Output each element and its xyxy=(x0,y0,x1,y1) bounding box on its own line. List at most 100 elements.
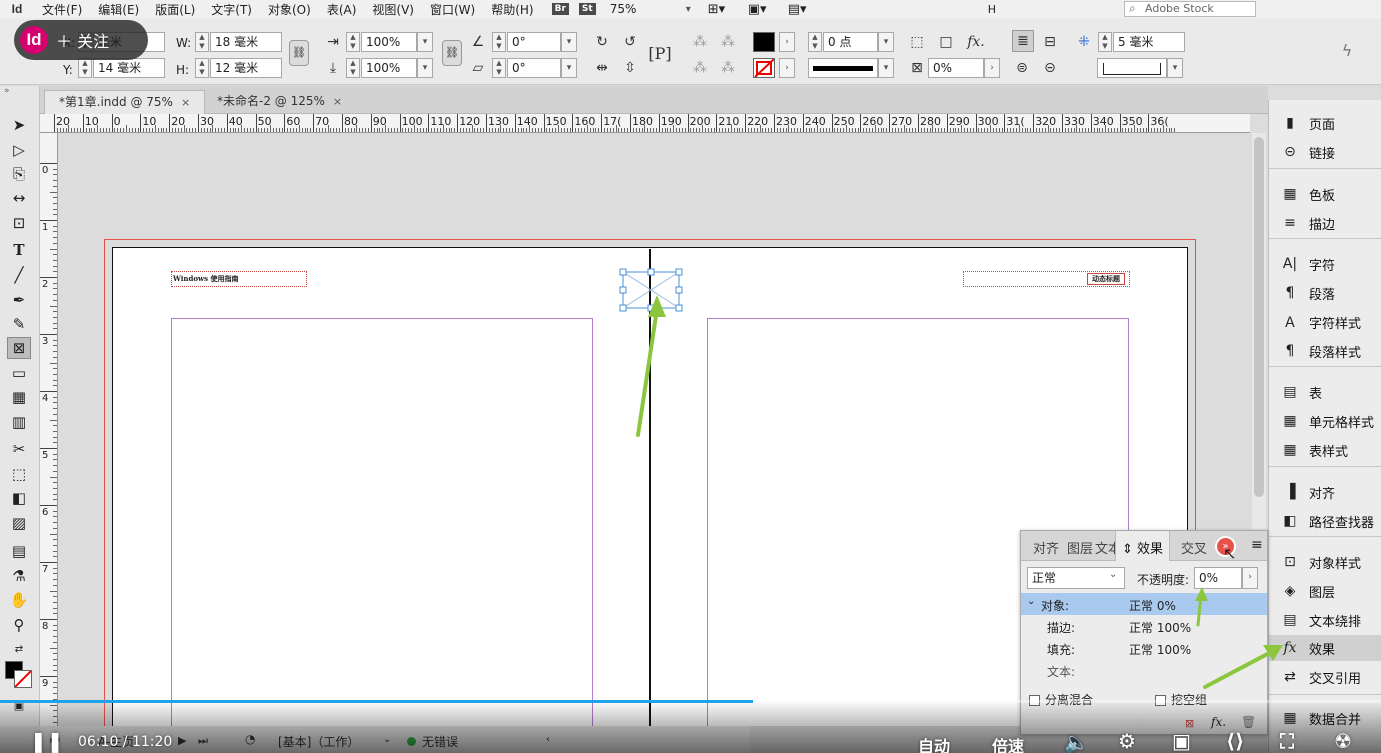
dock-item-paragraph[interactable]: ¶ 段落 xyxy=(1269,280,1381,306)
chevron-right-icon[interactable]: › xyxy=(779,32,795,52)
last-page-icon[interactable]: ⏭ xyxy=(198,734,208,748)
view-options-icon[interactable]: ⊞▾ xyxy=(708,2,748,17)
chevron-down-icon[interactable]: ⌄ xyxy=(1027,596,1035,607)
pencil-tool-icon[interactable]: ✎ xyxy=(7,313,31,335)
follow-badge[interactable]: Id ＋ 关注 xyxy=(14,20,148,60)
dock-item-swatches[interactable]: ▦ 色板 xyxy=(1269,181,1381,207)
lightning-icon[interactable]: ϟ xyxy=(1337,40,1357,60)
hand-tool-icon[interactable]: ✋ xyxy=(7,589,31,611)
h-stepper[interactable]: ▲ ▼ xyxy=(195,58,209,78)
shear-stepper[interactable]: ▲ ▼ xyxy=(492,58,506,78)
page-tool-icon[interactable]: ⎘ xyxy=(7,163,31,185)
dock-item-table-styles[interactable]: ▦ 表样式 xyxy=(1269,437,1381,463)
chevron-down-icon[interactable]: ▾ xyxy=(417,32,433,52)
gap-field[interactable]: 5 毫米 xyxy=(1113,32,1185,52)
tab-untitled2[interactable]: *未命名-2 @ 125% × xyxy=(203,90,356,114)
gap-stepper[interactable]: ▲ ▼ xyxy=(1098,32,1112,52)
chevron-down-icon[interactable]: ▾ xyxy=(878,32,894,52)
stroke-weight-stepper[interactable]: ▲ ▼ xyxy=(808,32,822,52)
gradient-feather-tool-icon[interactable]: ▨ xyxy=(7,512,31,534)
web-fullscreen-icon[interactable]: ⟨⟩ xyxy=(1226,729,1244,753)
horizontal-ruler[interactable]: 20 10 0 10 20 30 40 50 60 70 80 90 100 110 120 130 140 15… xyxy=(40,114,1250,133)
close-icon[interactable]: × xyxy=(333,95,342,108)
flip-horizontal-icon[interactable]: ⇹ xyxy=(592,58,612,78)
swap-colors-icon[interactable]: ⇄ xyxy=(7,638,31,660)
bridge-button[interactable]: Br xyxy=(551,3,569,15)
dock-item-effects[interactable]: fx 效果 xyxy=(1269,635,1381,661)
h-field[interactable]: 12 毫米 xyxy=(210,58,282,78)
video-progress-bar[interactable] xyxy=(0,700,1381,703)
rotate-cw-icon[interactable]: ↻ xyxy=(592,32,612,52)
preflight-profile[interactable]: [基本]（工作） xyxy=(278,733,359,750)
volume-icon[interactable]: 🔈 xyxy=(1064,730,1089,753)
flip-vertical-icon[interactable]: ⇳ xyxy=(620,58,640,78)
vertical-ruler[interactable]: 0 1 2 3 4 5 6 7 8 9 xyxy=(40,133,58,726)
chevron-down-icon[interactable]: ⌄ xyxy=(383,734,391,745)
left-header-frame[interactable]: Windows 使用指南 xyxy=(171,271,307,287)
chevron-down-icon[interactable]: ▾ xyxy=(561,32,577,52)
shear-field[interactable]: 0° xyxy=(507,58,561,78)
close-icon[interactable]: × xyxy=(181,96,190,109)
constrain-proportions-icon[interactable]: ⛓ xyxy=(289,40,309,66)
wrap-jump-icon[interactable]: ⊝ xyxy=(1040,58,1060,78)
dock-item-layers[interactable]: ◈ 图层 xyxy=(1269,578,1381,604)
select-content-icon[interactable]: ⁂ xyxy=(718,32,738,52)
dock-item-pages[interactable]: ▮ 页面 xyxy=(1269,110,1381,136)
note-tool-icon[interactable]: ▤ xyxy=(7,540,31,562)
wrap-object-icon[interactable]: ⊜ xyxy=(1012,58,1032,78)
w-stepper[interactable]: ▲ ▼ xyxy=(195,32,209,52)
scale-y-stepper[interactable]: ▲ ▼ xyxy=(346,58,360,78)
rotate-ccw-icon[interactable]: ↺ xyxy=(620,32,640,52)
dock-item-character-styles[interactable]: Ａ 字符样式 xyxy=(1269,309,1381,335)
collapse-icon[interactable]: » xyxy=(4,86,10,96)
y-stepper[interactable]: ▲ ▼ xyxy=(78,58,92,78)
dock-item-paragraph-styles[interactable]: ¶ 段落样式 xyxy=(1269,338,1381,364)
fx-icon[interactable]: fx. xyxy=(966,32,986,52)
frame-icon[interactable]: □ xyxy=(936,32,956,52)
pen-tool-icon[interactable]: ✒ xyxy=(7,289,31,311)
open-page-icon[interactable]: ◔ xyxy=(245,732,255,746)
dock-item-cross-references[interactable]: ⇄ 交叉引用 xyxy=(1269,664,1381,690)
settings-gear-icon[interactable]: ⚙ xyxy=(1118,729,1136,753)
menu-edit[interactable]: 编辑(E) xyxy=(90,1,147,18)
menu-layout[interactable]: 版面(L) xyxy=(147,1,203,18)
content-collector-icon[interactable]: ⊡ xyxy=(7,212,31,234)
picture-in-picture-icon[interactable]: ▣ xyxy=(1172,729,1191,753)
panel-menu-icon[interactable]: ≡ xyxy=(1251,537,1263,553)
tab-chapter1[interactable]: *第1章.indd @ 75% × xyxy=(44,90,206,114)
scrollbar-thumb[interactable] xyxy=(1254,137,1264,497)
chevron-left-icon[interactable]: ‹ xyxy=(546,734,550,745)
stroke-color-icon[interactable] xyxy=(14,670,32,688)
chevron-right-icon[interactable]: › xyxy=(984,58,1000,78)
dock-item-table[interactable]: ▤ 表 xyxy=(1269,379,1381,405)
scale-y-field[interactable]: 100% xyxy=(361,58,417,78)
table-tool-icon[interactable]: ▦ xyxy=(7,386,31,408)
adobe-stock-search[interactable]: Adobe Stock xyxy=(1124,1,1256,17)
dock-item-object-styles[interactable]: ⊡ 对象样式 xyxy=(1269,549,1381,575)
selection-tool-icon[interactable]: ➤ xyxy=(7,114,31,136)
line-tool-icon[interactable]: ╱ xyxy=(7,264,31,286)
screen-mode-icon[interactable]: ▣▾ xyxy=(748,2,788,17)
stroke-swatch[interactable] xyxy=(753,58,775,78)
zoom-level-select[interactable]: 75% xyxy=(606,2,686,16)
menu-file[interactable]: 文件(F) xyxy=(34,1,90,18)
menu-object[interactable]: 对象(O) xyxy=(260,1,319,18)
chevron-down-icon[interactable]: ▾ xyxy=(878,58,894,78)
free-transform-tool-icon[interactable]: ⬚ xyxy=(7,463,31,485)
select-previous-icon[interactable]: ⁂ xyxy=(690,58,710,78)
workspace-select[interactable]: H xyxy=(988,3,1028,16)
fx-icon[interactable]: fx. xyxy=(1211,715,1226,729)
tab-align[interactable]: 对齐 xyxy=(1033,538,1059,557)
stroke-weight-field[interactable]: 0 点 xyxy=(823,32,878,52)
zoom-tool-icon[interactable]: ⚲ xyxy=(7,614,31,636)
stock-app-button[interactable]: St xyxy=(578,3,596,15)
chevron-down-icon[interactable]: ▾ xyxy=(1167,58,1183,78)
type-tool-icon[interactable]: T xyxy=(7,239,31,261)
menu-help[interactable]: 帮助(H) xyxy=(483,1,541,18)
chevron-down-icon[interactable]: ▾ xyxy=(686,4,708,15)
rotate-stepper[interactable]: ▲ ▼ xyxy=(492,32,506,52)
right-header-frame[interactable]: 动态标题 xyxy=(963,271,1130,287)
dock-item-stroke[interactable]: ≡ 描边 xyxy=(1269,210,1381,236)
rectangle-tool-icon[interactable]: ▭ xyxy=(7,362,31,384)
direct-selection-tool-icon[interactable]: ▷ xyxy=(7,139,31,161)
